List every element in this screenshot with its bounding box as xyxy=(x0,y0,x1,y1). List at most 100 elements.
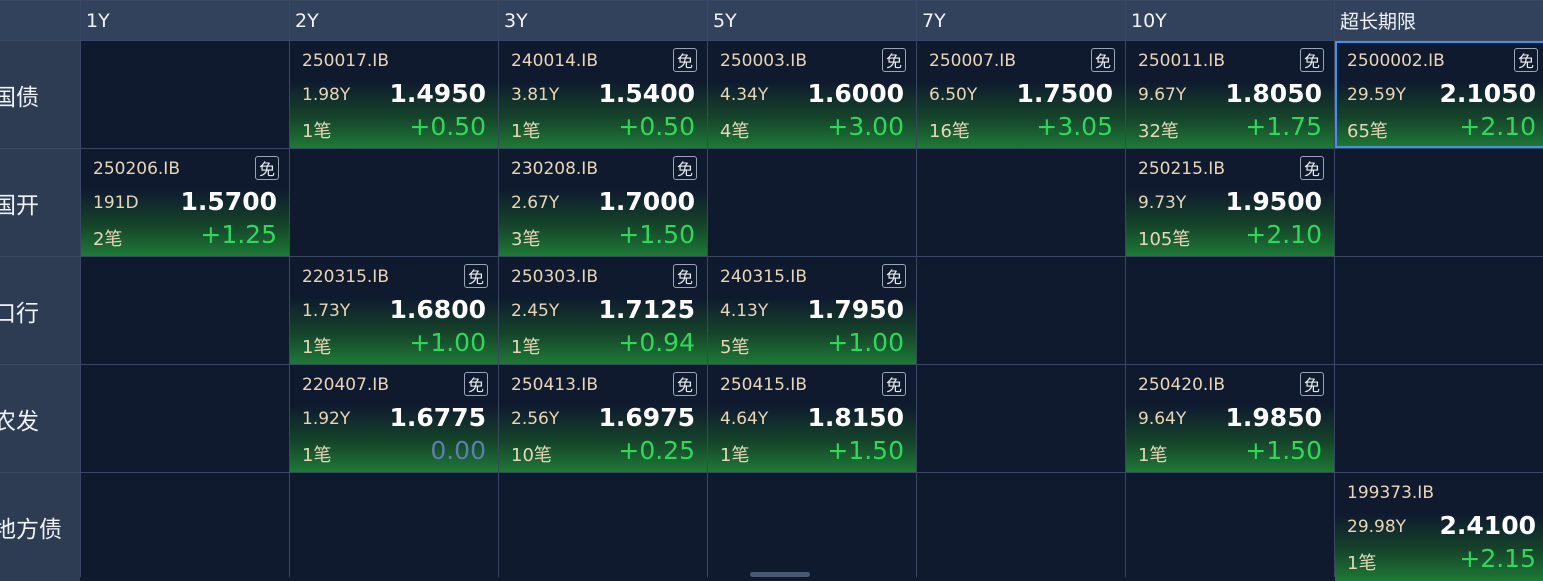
remaining-term: 3.81Y xyxy=(511,85,560,105)
tax-exempt-badge: 免 xyxy=(1300,372,1324,396)
yield-value: 1.6775 xyxy=(389,403,486,432)
remaining-term: 2.67Y xyxy=(511,193,560,213)
row-header-4[interactable]: 地方债 xyxy=(0,473,80,581)
trade-count: 65笔 xyxy=(1347,121,1388,142)
yield-change: 0.00 xyxy=(430,436,486,465)
bond-code: 250420.IB xyxy=(1138,375,1225,395)
bond-code: 250003.IB xyxy=(720,51,807,71)
empty-cell xyxy=(1335,365,1543,472)
bond-code: 199373.IB xyxy=(1347,483,1434,503)
yield-change: +1.50 xyxy=(618,220,695,249)
remaining-term: 4.64Y xyxy=(720,409,769,429)
bond-quote-cell[interactable]: 250206.IB 免 191D 1.5700 2笔 +1.25 xyxy=(81,149,289,256)
bond-quote-cell[interactable]: 250011.IB 免 9.67Y 1.8050 32笔 +1.75 xyxy=(1126,41,1334,148)
yield-value: 1.4950 xyxy=(389,79,486,108)
remaining-term: 6.50Y xyxy=(929,85,978,105)
bond-quote-cell[interactable]: 230208.IB 免 2.67Y 1.7000 3笔 +1.50 xyxy=(499,149,707,256)
row-header-2[interactable]: 口行 xyxy=(0,257,80,364)
bond-quote-cell[interactable]: 250003.IB 免 4.34Y 1.6000 4笔 +3.00 xyxy=(708,41,916,148)
trade-count: 1笔 xyxy=(511,121,541,142)
bond-quote-cell[interactable]: 240014.IB 免 3.81Y 1.5400 1笔 +0.50 xyxy=(499,41,707,148)
remaining-term: 9.64Y xyxy=(1138,409,1187,429)
bond-quote-cell[interactable]: 2500002.IB 免 29.59Y 2.1050 65笔 +2.10 xyxy=(1335,41,1543,148)
yield-value: 1.5700 xyxy=(180,187,277,216)
column-header-1[interactable]: 2Y xyxy=(290,1,498,40)
empty-cell xyxy=(81,257,289,364)
row-header-0[interactable]: 国债 xyxy=(0,41,80,148)
bond-code: 250215.IB xyxy=(1138,159,1225,179)
trade-count: 5笔 xyxy=(720,337,750,358)
yield-change: +1.00 xyxy=(409,328,486,357)
yield-value: 1.6975 xyxy=(598,403,695,432)
bond-quote-cell[interactable]: 250415.IB 免 4.64Y 1.8150 1笔 +1.50 xyxy=(708,365,916,472)
bond-code: 2500002.IB xyxy=(1347,51,1445,71)
yield-value: 1.6000 xyxy=(807,79,904,108)
yield-value: 1.7950 xyxy=(807,295,904,324)
bond-code: 240315.IB xyxy=(720,267,807,287)
bond-quote-cell[interactable]: 240315.IB 免 4.13Y 1.7950 5笔 +1.00 xyxy=(708,257,916,364)
column-header-2[interactable]: 3Y xyxy=(499,1,707,40)
row-header-label: 地方债 xyxy=(0,517,62,543)
column-header-6[interactable]: 超长期限 xyxy=(1335,1,1543,40)
yield-value: 1.8050 xyxy=(1225,79,1322,108)
bond-quote-cell[interactable]: 250007.IB 免 6.50Y 1.7500 16笔 +3.05 xyxy=(917,41,1125,148)
bond-quote-cell[interactable]: 199373.IB 29.98Y 2.4100 1笔 +2.15 xyxy=(1335,473,1543,581)
remaining-term: 9.73Y xyxy=(1138,193,1187,213)
trade-count: 2笔 xyxy=(93,229,123,250)
empty-cell xyxy=(917,473,1125,581)
remaining-term: 2.45Y xyxy=(511,301,560,321)
yield-value: 1.5400 xyxy=(598,79,695,108)
empty-cell xyxy=(1335,149,1543,256)
bond-quote-cell[interactable]: 220315.IB 免 1.73Y 1.6800 1笔 +1.00 xyxy=(290,257,498,364)
horizontal-scrollbar-thumb[interactable] xyxy=(750,572,810,577)
empty-cell xyxy=(81,41,289,148)
trade-count: 32笔 xyxy=(1138,121,1179,142)
bond-quote-cell[interactable]: 250420.IB 免 9.64Y 1.9850 1笔 +1.50 xyxy=(1126,365,1334,472)
trade-count: 4笔 xyxy=(720,121,750,142)
row-header-label: 国债 xyxy=(0,84,39,111)
trade-count: 1笔 xyxy=(302,121,332,142)
row-header-label: 国开 xyxy=(0,192,39,219)
tax-exempt-badge: 免 xyxy=(1514,48,1538,72)
yield-value: 1.7500 xyxy=(1016,79,1113,108)
tax-exempt-badge: 免 xyxy=(464,264,488,288)
bond-code: 250017.IB xyxy=(302,51,389,71)
remaining-term: 2.56Y xyxy=(511,409,560,429)
column-header-3[interactable]: 5Y xyxy=(708,1,916,40)
yield-change: +1.50 xyxy=(1245,436,1322,465)
yield-value: 2.1050 xyxy=(1439,79,1536,108)
tax-exempt-badge: 免 xyxy=(673,48,697,72)
bond-code: 250415.IB xyxy=(720,375,807,395)
trade-count: 1笔 xyxy=(302,337,332,358)
trade-count: 1笔 xyxy=(1347,553,1377,574)
yield-change: +0.50 xyxy=(409,112,486,141)
bond-quote-cell[interactable]: 250017.IB 1.98Y 1.4950 1笔 +0.50 xyxy=(290,41,498,148)
bond-code: 230208.IB xyxy=(511,159,598,179)
bond-quote-cell[interactable]: 220407.IB 免 1.92Y 1.6775 1笔 0.00 xyxy=(290,365,498,472)
trade-count: 1笔 xyxy=(302,445,332,466)
column-header-4[interactable]: 7Y xyxy=(917,1,1125,40)
tax-exempt-badge: 免 xyxy=(255,156,279,180)
empty-cell xyxy=(1335,257,1543,364)
bond-quote-cell[interactable]: 250413.IB 免 2.56Y 1.6975 10笔 +0.25 xyxy=(499,365,707,472)
tax-exempt-badge: 免 xyxy=(464,372,488,396)
yield-value: 1.7000 xyxy=(598,187,695,216)
bond-code: 220407.IB xyxy=(302,375,389,395)
empty-cell xyxy=(708,473,916,581)
row-header-1[interactable]: 国开 xyxy=(0,149,80,256)
trade-count: 3笔 xyxy=(511,229,541,250)
bond-code: 250206.IB xyxy=(93,159,180,179)
yield-value: 1.7125 xyxy=(598,295,695,324)
row-header-label: 口行 xyxy=(0,300,39,327)
row-header-3[interactable]: 农发 xyxy=(0,365,80,472)
remaining-term: 9.67Y xyxy=(1138,85,1187,105)
yield-change: +1.75 xyxy=(1245,112,1322,141)
yield-change: +1.00 xyxy=(827,328,904,357)
trade-count: 1笔 xyxy=(511,337,541,358)
empty-cell xyxy=(917,149,1125,256)
column-header-0[interactable]: 1Y xyxy=(81,1,289,40)
bond-quote-cell[interactable]: 250303.IB 免 2.45Y 1.7125 1笔 +0.94 xyxy=(499,257,707,364)
column-header-5[interactable]: 10Y xyxy=(1126,1,1334,40)
bond-quote-cell[interactable]: 250215.IB 免 9.73Y 1.9500 105笔 +2.10 xyxy=(1126,149,1334,256)
remaining-term: 1.92Y xyxy=(302,409,351,429)
